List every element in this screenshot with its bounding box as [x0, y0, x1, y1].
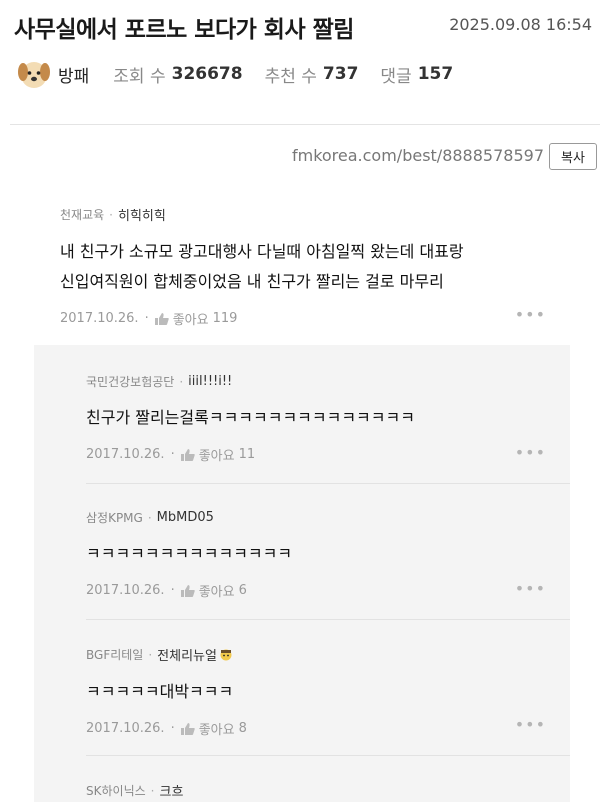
- commenter-nick[interactable]: 히힉히힉: [118, 205, 166, 224]
- separator-dot: ·: [150, 783, 155, 798]
- comment-line: 신입여직원이 합체중이었음 내 친구가 짤리는 걸로 마무리: [60, 272, 444, 291]
- comment-footer: 2017.10.26. · 좋아요 11: [86, 445, 546, 464]
- separator-dot: ·: [147, 510, 152, 525]
- commenter-nick[interactable]: MbMD05: [157, 510, 214, 525]
- reply-item: 국민건강보험공단 · iiil!!!i!! 친구가 짤리는걸록ㅋㅋㅋㅋㅋㅋㅋㅋㅋ…: [86, 373, 546, 464]
- like-label[interactable]: 좋아요: [173, 309, 209, 328]
- comment-header: 삼정KPMG · MbMD05: [86, 509, 546, 526]
- separator-dot: ·: [144, 311, 149, 326]
- like-count: 8: [238, 721, 247, 736]
- post-date: 2025.09.08 16:54: [449, 15, 592, 34]
- commenter-company: 국민건강보험공단: [86, 375, 175, 389]
- commenter-nick[interactable]: iiil!!!i!!: [188, 374, 232, 389]
- separator-dot: ·: [179, 374, 184, 389]
- author-name[interactable]: 방패: [58, 62, 89, 87]
- likes-label: 추천 수: [264, 66, 317, 87]
- like-count: 11: [238, 447, 256, 462]
- comment-date: 2017.10.26.: [60, 311, 139, 326]
- thumbs-up-icon[interactable]: [180, 584, 195, 597]
- more-dots-icon[interactable]: •••: [515, 579, 546, 598]
- puppy-avatar-icon[interactable]: [16, 58, 52, 90]
- reply-item: 삼정KPMG · MbMD05 ㅋㅋㅋㅋㅋㅋㅋㅋㅋㅋㅋㅋㅋㅋ 2017.10.2…: [86, 509, 546, 600]
- more-dots-icon[interactable]: •••: [515, 305, 546, 324]
- separator-dot: ·: [170, 721, 175, 736]
- reply-item: SK하이닉스 · 크흐: [86, 781, 546, 801]
- commenter-company: 천재교육: [60, 208, 105, 222]
- separator-dot: ·: [148, 647, 153, 662]
- like-count: 6: [238, 583, 247, 598]
- comment-header: SK하이닉스 · 크흐: [86, 781, 546, 801]
- more-dots-icon[interactable]: •••: [515, 443, 546, 462]
- comment-body: 내 친구가 소규모 광고대행사 다닐때 아침일찍 왔는데 대표랑 신입여직원이 …: [60, 237, 546, 297]
- comment-body: ㅋㅋㅋㅋㅋㅋㅋㅋㅋㅋㅋㅋㅋㅋ: [86, 544, 293, 563]
- comment-header: 국민건강보험공단 · iiil!!!i!!: [86, 373, 546, 390]
- comment-header: 천재교육 · 히힉히힉: [60, 205, 546, 225]
- like-label[interactable]: 좋아요: [199, 581, 235, 600]
- commenter-company: SK하이닉스: [86, 784, 146, 798]
- thumbs-up-icon[interactable]: [180, 722, 195, 735]
- separator-dot: ·: [170, 583, 175, 598]
- comment-body: ㅋㅋㅋㅋㅋ대박ㅋㅋㅋ: [86, 682, 234, 701]
- thumbs-up-icon[interactable]: [154, 312, 169, 325]
- reply-divider: [86, 619, 570, 620]
- commenter-company: 삼정KPMG: [86, 511, 143, 525]
- comment-header: BGF리테일 · 전체리뉴얼: [86, 645, 546, 664]
- reply-divider: [86, 755, 570, 756]
- commenter-nick[interactable]: 전체리뉴얼: [157, 645, 217, 664]
- comment-date: 2017.10.26.: [86, 447, 165, 462]
- like-label[interactable]: 좋아요: [199, 719, 235, 738]
- likes-count: 737: [322, 64, 359, 84]
- commenter-company: BGF리테일: [86, 648, 144, 662]
- more-dots-icon[interactable]: •••: [515, 715, 546, 734]
- copy-button[interactable]: 복사: [549, 143, 597, 170]
- comment-line: 내 친구가 소규모 광고대행사 다닐때 아침일찍 왔는데 대표랑: [60, 242, 464, 261]
- top-comment: 천재교육 · 히힉히힉 내 친구가 소규모 광고대행사 다닐때 아침일찍 왔는데…: [60, 205, 546, 329]
- reply-item: BGF리테일 · 전체리뉴얼 ㅋㅋㅋㅋㅋ대박ㅋㅋㅋ 2017.10.26. · …: [86, 645, 546, 739]
- reply-divider: [86, 483, 570, 484]
- views-label: 조회 수: [113, 66, 166, 87]
- commenter-nick[interactable]: 크흐: [159, 781, 183, 800]
- comment-footer: 2017.10.26. · 좋아요 6: [86, 581, 546, 600]
- post-meta: 방패 조회 수 326678 추천 수 737 댓글 157: [16, 58, 475, 90]
- comments-label: 댓글: [380, 66, 412, 87]
- comment-date: 2017.10.26.: [86, 721, 165, 736]
- header-divider: [10, 124, 600, 125]
- comments-count: 157: [417, 64, 454, 84]
- views-count: 326678: [171, 64, 243, 84]
- comment-date: 2017.10.26.: [86, 583, 165, 598]
- like-label[interactable]: 좋아요: [199, 445, 235, 464]
- reply-list: 국민건강보험공단 · iiil!!!i!! 친구가 짤리는걸록ㅋㅋㅋㅋㅋㅋㅋㅋㅋ…: [34, 345, 570, 802]
- comment-footer: 2017.10.26. · 좋아요 119: [60, 309, 546, 328]
- person-emoji-icon: [220, 649, 232, 660]
- separator-dot: ·: [109, 207, 113, 222]
- post-title: 사무실에서 포르노 보다가 회사 짤림: [14, 17, 354, 43]
- like-count: 119: [212, 311, 238, 326]
- source-url[interactable]: fmkorea.com/best/8888578597: [292, 146, 544, 165]
- comment-footer: 2017.10.26. · 좋아요 8: [86, 719, 546, 738]
- comment-body: 친구가 짤리는걸록ㅋㅋㅋㅋㅋㅋㅋㅋㅋㅋㅋㅋㅋㅋ: [86, 408, 415, 427]
- separator-dot: ·: [170, 447, 175, 462]
- thumbs-up-icon[interactable]: [180, 448, 195, 461]
